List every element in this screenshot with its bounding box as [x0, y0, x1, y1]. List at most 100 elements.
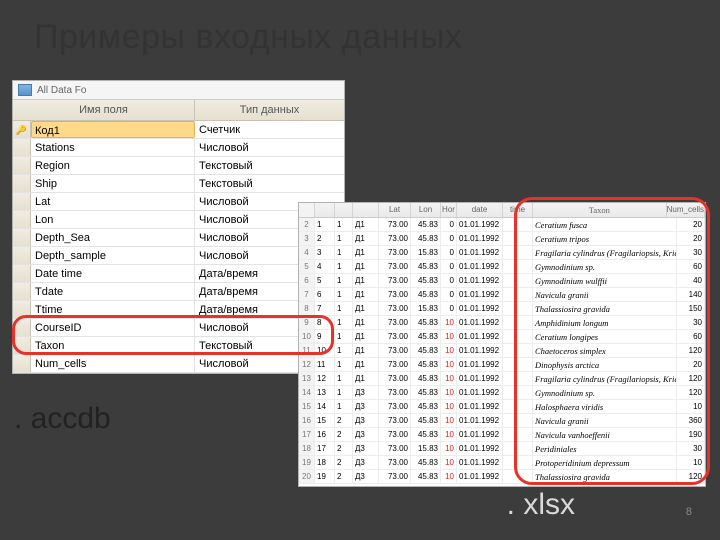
field-name-cell[interactable]: Stations — [31, 139, 195, 156]
cell[interactable] — [503, 442, 533, 455]
cell[interactable]: 01.01.1992 — [457, 330, 503, 343]
cell[interactable] — [503, 260, 533, 273]
cell[interactable]: 01.01.1992 — [457, 358, 503, 371]
access-field-row[interactable]: TdateДата/время — [13, 283, 344, 301]
cell[interactable]: 10 — [315, 344, 335, 357]
cell[interactable] — [503, 302, 533, 315]
cell[interactable]: 45.83 — [411, 288, 441, 301]
cell[interactable]: 73.00 — [379, 442, 411, 455]
cell[interactable]: 16 — [299, 414, 315, 427]
cell[interactable]: Д1 — [353, 372, 379, 385]
cell[interactable]: 73.00 — [379, 428, 411, 441]
access-field-row[interactable]: LatЧисловой — [13, 193, 344, 211]
cell-taxon[interactable]: Ceratium longipes — [533, 330, 677, 343]
cell[interactable]: 0 — [441, 218, 457, 231]
excel-row[interactable]: 211Д173.0045.83001.01.1992Ceratium fusca… — [299, 218, 705, 232]
cell[interactable]: 0 — [441, 260, 457, 273]
cell[interactable]: 10 — [299, 330, 315, 343]
cell-taxon[interactable]: Thalassiosira gravida — [533, 470, 677, 483]
cell[interactable]: 01.01.1992 — [457, 470, 503, 483]
row-gutter[interactable] — [13, 211, 31, 228]
cell[interactable] — [503, 456, 533, 469]
field-type-cell[interactable]: Числовой — [195, 139, 344, 156]
cell[interactable]: 45.83 — [411, 470, 441, 483]
cell[interactable]: 1 — [335, 316, 353, 329]
cell[interactable]: 12 — [299, 358, 315, 371]
excel-row[interactable]: 18172Д373.0015.831001.01.1992Peridiniale… — [299, 442, 705, 456]
cell[interactable]: 2 — [299, 218, 315, 231]
cell-taxon[interactable]: Fragilaria cylindrus (Fragilariopsis, Kr… — [533, 246, 677, 259]
cell[interactable]: 20 — [677, 358, 705, 371]
excel-row[interactable]: 20192Д373.0045.831001.01.1992Thalassiosi… — [299, 470, 705, 484]
cell[interactable]: 01.01.1992 — [457, 428, 503, 441]
cell[interactable]: 120 — [677, 386, 705, 399]
cell[interactable]: 10 — [677, 456, 705, 469]
cell[interactable] — [503, 246, 533, 259]
cell-taxon[interactable]: Ceratium fusca — [533, 218, 677, 231]
cell[interactable]: Д1 — [353, 246, 379, 259]
excel-row[interactable]: 16152Д373.0045.831001.01.1992Navicula gr… — [299, 414, 705, 428]
cell[interactable]: 01.01.1992 — [457, 274, 503, 287]
access-field-row[interactable]: TtimeДата/время — [13, 301, 344, 319]
cell[interactable]: 73.00 — [379, 316, 411, 329]
cell[interactable]: 9 — [299, 316, 315, 329]
cell[interactable]: 4 — [315, 260, 335, 273]
cell[interactable]: 15.83 — [411, 442, 441, 455]
excel-row[interactable]: 14131Д373.0045.831001.01.1992Gymnodinium… — [299, 386, 705, 400]
field-name-cell[interactable]: Depth_Sea — [31, 229, 195, 246]
cell[interactable]: 8 — [299, 302, 315, 315]
cell[interactable]: 01.01.1992 — [457, 288, 503, 301]
row-gutter[interactable]: 🔑 — [13, 121, 31, 138]
cell[interactable]: 2 — [335, 428, 353, 441]
cell[interactable]: 1 — [335, 288, 353, 301]
cell[interactable]: 73.00 — [379, 344, 411, 357]
cell[interactable]: 19 — [299, 456, 315, 469]
access-field-row[interactable]: CourseIDЧисловой — [13, 319, 344, 337]
cell[interactable]: 16 — [315, 428, 335, 441]
field-name-cell[interactable]: Taxon — [31, 337, 195, 354]
access-field-row[interactable]: RegionТекстовый — [13, 157, 344, 175]
access-field-row[interactable]: Depth_SeaЧисловой — [13, 229, 344, 247]
cell[interactable]: 0 — [441, 288, 457, 301]
cell[interactable]: 1 — [335, 232, 353, 245]
field-name-cell[interactable]: Num_cells — [31, 355, 195, 372]
cell[interactable]: 3 — [315, 246, 335, 259]
row-gutter[interactable] — [13, 337, 31, 354]
cell[interactable]: 18 — [315, 456, 335, 469]
cell-taxon[interactable]: Navicula vanhoeffenii — [533, 428, 677, 441]
cell[interactable]: Д1 — [353, 344, 379, 357]
cell[interactable]: Д1 — [353, 260, 379, 273]
cell[interactable]: 73.00 — [379, 246, 411, 259]
cell[interactable]: 01.01.1992 — [457, 372, 503, 385]
cell[interactable]: 19 — [315, 470, 335, 483]
cell[interactable]: Д3 — [353, 442, 379, 455]
cell[interactable]: 10 — [441, 456, 457, 469]
row-gutter[interactable] — [13, 193, 31, 210]
cell[interactable]: 20 — [677, 232, 705, 245]
cell[interactable] — [503, 358, 533, 371]
cell[interactable]: 2 — [335, 456, 353, 469]
cell[interactable]: 01.01.1992 — [457, 414, 503, 427]
cell[interactable]: 10 — [441, 428, 457, 441]
cell[interactable]: 45.83 — [411, 372, 441, 385]
field-name-cell[interactable]: Region — [31, 157, 195, 174]
cell[interactable]: 1 — [335, 358, 353, 371]
cell[interactable]: 6 — [299, 274, 315, 287]
cell[interactable]: 10 — [441, 442, 457, 455]
cell[interactable]: 15.83 — [411, 302, 441, 315]
row-gutter[interactable] — [13, 265, 31, 282]
row-gutter[interactable] — [13, 157, 31, 174]
cell[interactable]: 7 — [315, 302, 335, 315]
cell[interactable]: 60 — [677, 330, 705, 343]
cell[interactable]: 73.00 — [379, 232, 411, 245]
cell[interactable]: 0 — [441, 232, 457, 245]
access-field-row[interactable]: StationsЧисловой — [13, 139, 344, 157]
cell[interactable]: 15.83 — [411, 246, 441, 259]
cell[interactable]: 5 — [299, 260, 315, 273]
cell[interactable]: 1 — [335, 274, 353, 287]
cell[interactable] — [503, 218, 533, 231]
cell[interactable]: 0 — [441, 274, 457, 287]
cell[interactable]: 45.83 — [411, 344, 441, 357]
cell[interactable]: 73.00 — [379, 400, 411, 413]
cell[interactable]: Д1 — [353, 288, 379, 301]
